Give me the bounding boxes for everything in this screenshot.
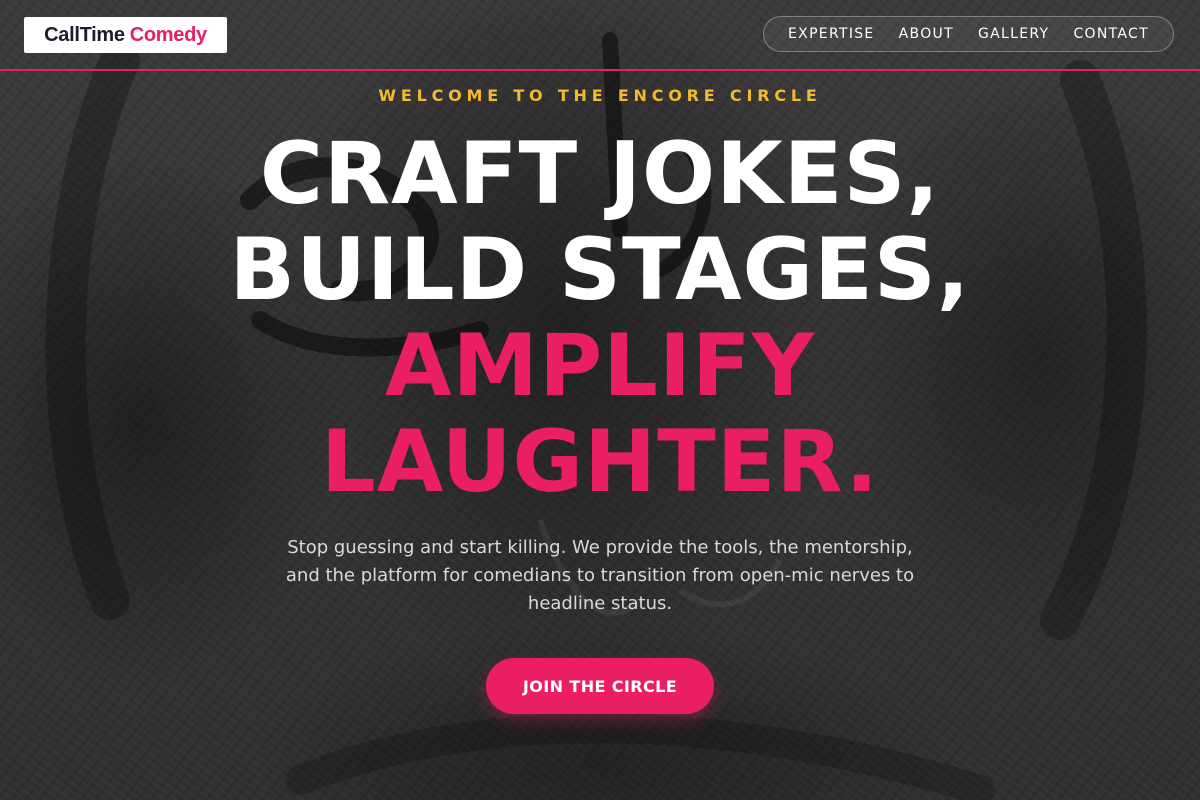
hero-subtitle: Stop guessing and start killing. We prov… <box>285 537 915 614</box>
brand-name-part2: Comedy <box>129 23 207 46</box>
nav-link-gallery[interactable]: GALLERY <box>978 26 1049 42</box>
hero-headline: CRAFT JOKES, BUILD STAGES, AMPLIFY LAUGH… <box>0 126 1200 510</box>
headline-line-4: LAUGHTER. <box>320 412 879 512</box>
headline-line-1: CRAFT JOKES, <box>259 124 941 224</box>
nav-link-about[interactable]: ABOUT <box>899 26 954 42</box>
nav-link-expertise[interactable]: EXPERTISE <box>788 26 875 42</box>
join-circle-button[interactable]: JOIN THE CIRCLE <box>486 658 714 714</box>
headline-line-2: BUILD STAGES, <box>229 220 971 320</box>
brand-logo[interactable]: CallTime Comedy <box>24 17 227 53</box>
brand-name-part1: CallTime <box>44 23 125 46</box>
hero-eyebrow: WELCOME TO THE ENCORE CIRCLE <box>378 86 822 105</box>
header-divider <box>0 69 1200 71</box>
nav-link-contact[interactable]: CONTACT <box>1073 26 1149 42</box>
headline-line-3: AMPLIFY <box>385 316 815 416</box>
main-nav: EXPERTISE ABOUT GALLERY CONTACT <box>763 16 1174 52</box>
